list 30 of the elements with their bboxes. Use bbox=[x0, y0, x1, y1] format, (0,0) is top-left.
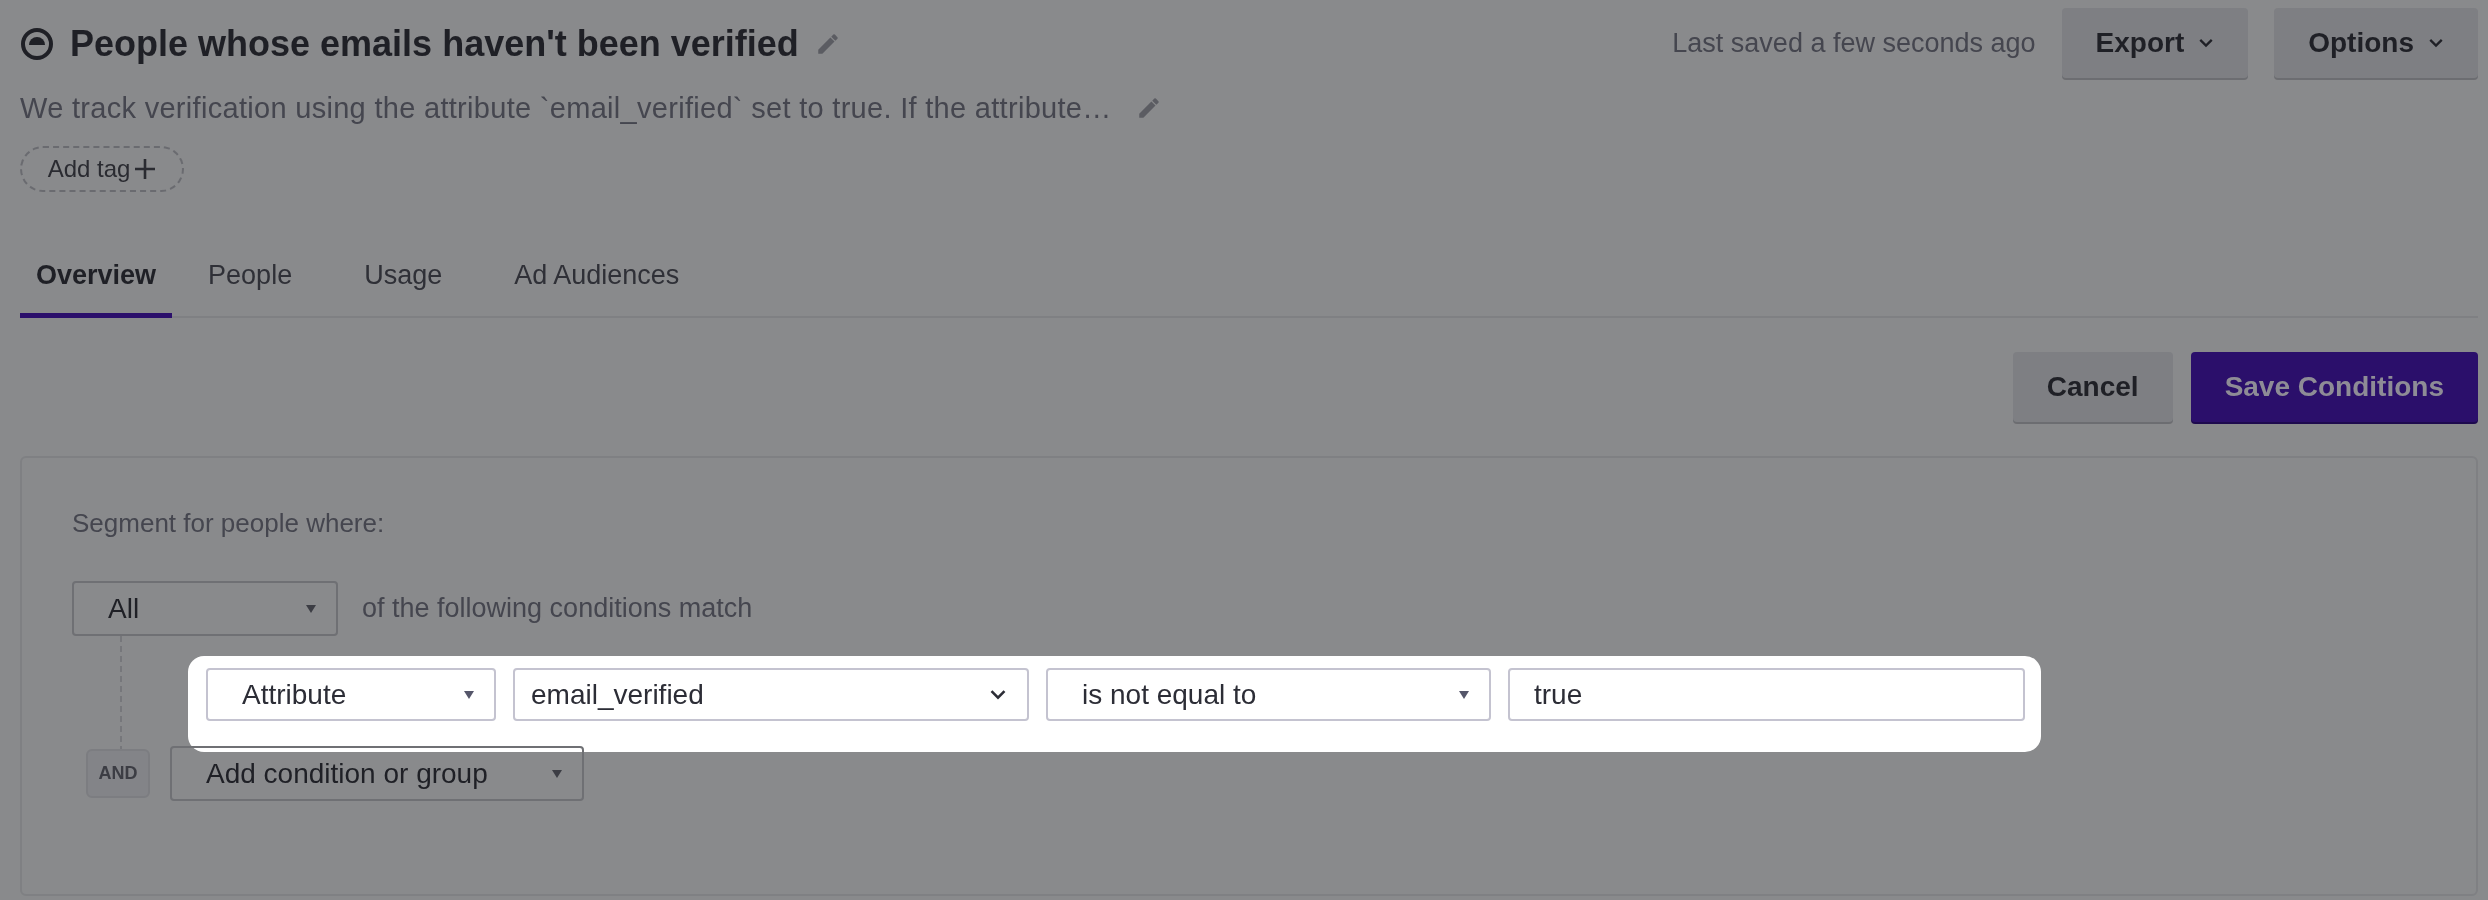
value-input[interactable]: true bbox=[1508, 668, 2025, 721]
save-conditions-button[interactable]: Save Conditions bbox=[2190, 352, 2478, 422]
chevron-down-icon bbox=[2428, 38, 2444, 48]
caret-icon bbox=[464, 690, 474, 699]
tab[interactable]: Ad Audiences bbox=[478, 242, 716, 318]
field-name-dropdown[interactable]: email_verified bbox=[513, 668, 1029, 721]
operator-select[interactable]: is not equal to bbox=[1046, 668, 1491, 721]
caret-icon bbox=[1459, 690, 1469, 699]
chevron-down-icon bbox=[989, 689, 1007, 700]
page-title: People whose emails haven't been verified bbox=[70, 23, 799, 65]
and-badge: AND bbox=[86, 749, 150, 798]
chevron-down-icon bbox=[2198, 38, 2215, 48]
match-text: of the following conditions match bbox=[362, 593, 753, 624]
caret-icon bbox=[306, 604, 316, 613]
menu-button[interactable]: Options bbox=[2274, 8, 2478, 78]
add-condition-select[interactable]: Add condition or group bbox=[170, 746, 584, 801]
tab[interactable]: Overview bbox=[20, 242, 173, 318]
tab[interactable]: People bbox=[172, 242, 329, 318]
menu-button[interactable]: Export bbox=[2061, 8, 2249, 78]
segment-icon bbox=[20, 27, 54, 61]
plus-icon bbox=[134, 158, 157, 180]
condition-type-select[interactable]: Attribute bbox=[206, 668, 496, 721]
tab[interactable]: Usage bbox=[328, 242, 479, 318]
last-saved-text: Last saved a few seconds ago bbox=[1672, 27, 2036, 59]
match-select[interactable]: All bbox=[72, 581, 338, 636]
segment-intro: Segment for people where: bbox=[72, 508, 386, 539]
segment-description: We track verification using the attribute `email_verified` set to true. If the attribute… bbox=[20, 91, 1112, 125]
cancel-button[interactable]: Cancel bbox=[2012, 352, 2173, 422]
caret-icon bbox=[552, 769, 562, 778]
add-tag-button[interactable]: Add tag bbox=[20, 146, 184, 192]
